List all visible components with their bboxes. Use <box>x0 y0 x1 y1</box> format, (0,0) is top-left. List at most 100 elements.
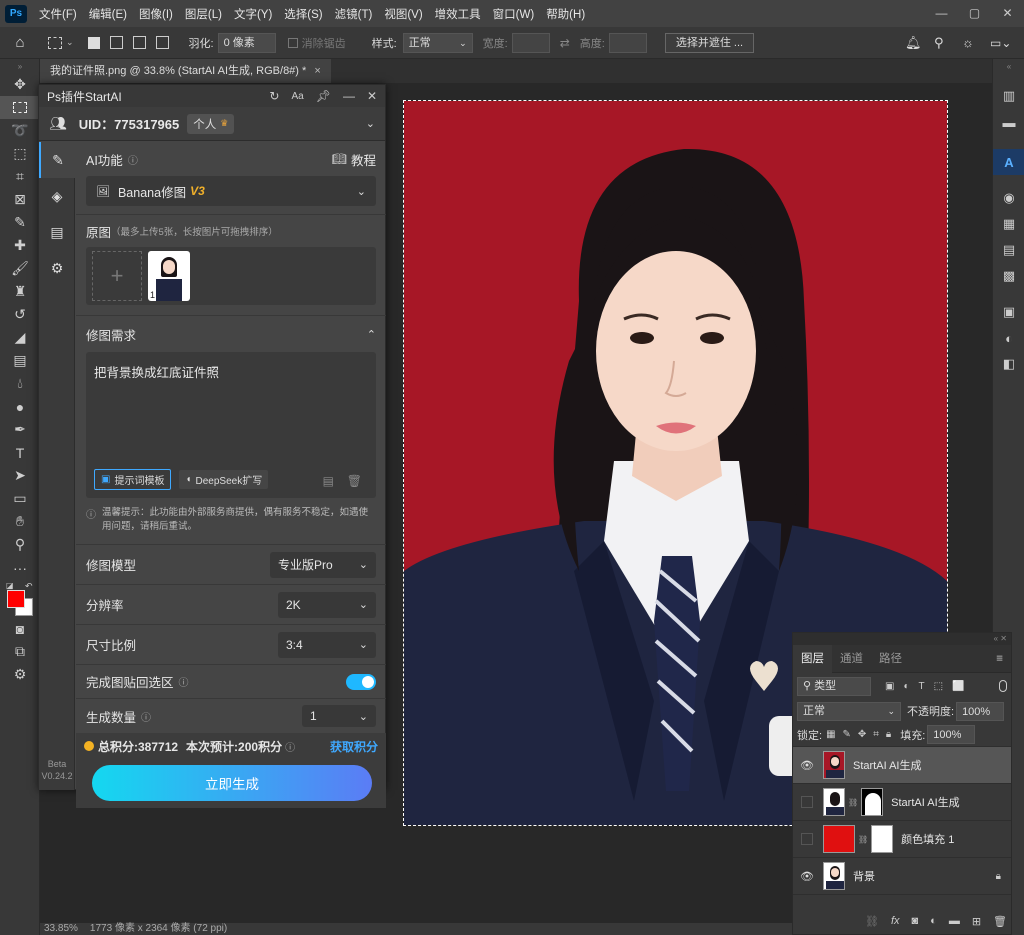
layer-filter-select[interactable]: ⚲ 类型 <box>797 676 871 696</box>
marquee-tool-icon[interactable] <box>0 96 40 119</box>
clipboard-icon[interactable]: ▤ <box>39 214 75 250</box>
move-tool-icon[interactable]: ✥ <box>0 73 40 96</box>
minimize-icon[interactable]: — <box>925 0 958 27</box>
ratio-select[interactable]: 3:4 ⌄ <box>278 631 376 658</box>
deepseek-expand-button[interactable]: ◖ DeepSeek扩写 <box>179 470 269 489</box>
workspace-icon[interactable]: ▭⌄ <box>990 36 1011 50</box>
eraser-tool-icon[interactable]: ◢ <box>0 326 40 349</box>
filter-toggle[interactable] <box>999 680 1007 692</box>
menu-help[interactable]: 帮助(H) <box>540 6 591 22</box>
add-mask-icon[interactable]: ◙ <box>912 915 919 927</box>
style-select[interactable]: 正常 ⌄ <box>402 32 473 53</box>
properties-panel-icon[interactable]: ◧ <box>993 351 1024 377</box>
visibility-checkbox[interactable] <box>801 833 813 845</box>
collapse-icon[interactable]: » <box>0 59 40 73</box>
layers-mode-icon[interactable]: ◈ <box>39 178 75 214</box>
layer-name[interactable]: 背景 <box>853 868 875 884</box>
quick-mask-icon[interactable]: ◙ <box>0 617 40 640</box>
screen-mode-icon[interactable]: ⧉ <box>0 640 40 663</box>
eye-icon[interactable]: 👁︎ <box>797 759 817 772</box>
eyedropper-tool-icon[interactable]: ✎ <box>0 211 40 234</box>
menu-select[interactable]: 选择(S) <box>278 6 328 22</box>
adjustments-panel-icon[interactable]: ◐ <box>993 325 1024 351</box>
panel-collapse-icon[interactable]: « ✕ <box>793 633 1011 645</box>
search-icon[interactable]: ⚲ <box>934 35 944 51</box>
gradients-panel-icon[interactable]: ▤ <box>993 237 1024 263</box>
more-tools-icon[interactable]: ··· <box>0 556 40 579</box>
info-icon[interactable]: ⓘ <box>141 709 151 724</box>
fill-input[interactable]: 100% <box>927 725 976 744</box>
gradient-tool-icon[interactable]: ▤ <box>0 349 40 372</box>
group-icon[interactable]: ▬ <box>949 915 960 927</box>
link-icon[interactable]: ⛓︎ <box>848 798 858 807</box>
chevron-up-icon[interactable]: ⌃ <box>367 328 376 341</box>
antialias-checkbox[interactable] <box>287 37 298 48</box>
layer-name[interactable]: StartAI AI生成 <box>853 757 921 773</box>
patterns-panel-icon[interactable]: ▩ <box>993 263 1024 289</box>
menu-window[interactable]: 窗口(W) <box>487 6 541 22</box>
tab-paths[interactable]: 路径 <box>871 645 910 673</box>
foreground-color-swatch[interactable] <box>7 590 25 608</box>
lock-icons[interactable]: ▦✎✥⌗🔒︎ <box>826 729 898 740</box>
add-image-button[interactable]: + <box>92 251 142 301</box>
history-icon[interactable]: ▤ <box>323 474 334 488</box>
swap-icon[interactable]: ⇄ <box>560 36 570 50</box>
layer-name[interactable]: 颜色填充 1 <box>901 831 954 847</box>
comments-panel-icon[interactable]: ▬ <box>993 109 1024 135</box>
info-icon[interactable]: ⓘ <box>179 674 189 689</box>
menu-edit[interactable]: 编辑(E) <box>83 6 133 22</box>
link-icon[interactable]: ⛓︎ <box>858 835 868 844</box>
minimize-panel-icon[interactable]: — <box>343 89 355 103</box>
edit-toolbar-icon[interactable]: ⚙︎ <box>0 663 40 686</box>
chevron-down-icon[interactable]: ⌄ <box>66 37 74 48</box>
function-select[interactable]: 🖼︎ Banana修图 V3 ⌄ <box>86 176 376 206</box>
fx-icon[interactable]: fx <box>891 915 900 927</box>
new-selection-icon[interactable] <box>87 36 100 49</box>
path-select-icon[interactable]: ➤ <box>0 464 40 487</box>
menu-layer[interactable]: 图层(L) <box>179 6 228 22</box>
font-size-icon[interactable]: Aa <box>291 91 303 102</box>
swatches-panel-icon[interactable]: ▦ <box>993 211 1024 237</box>
healing-brush-icon[interactable]: ✚ <box>0 234 40 257</box>
rectangle-tool-icon[interactable]: ▭ <box>0 487 40 510</box>
document-tab[interactable]: 我的证件照.png @ 33.8% (StartAI AI生成, RGB/8#)… <box>40 59 331 83</box>
new-layer-icon[interactable]: ⊞ <box>972 915 981 928</box>
frame-tool-icon[interactable]: ⊠ <box>0 188 40 211</box>
tab-layers[interactable]: 图层 <box>793 644 832 673</box>
menu-plugins[interactable]: 增效工具 <box>429 6 487 22</box>
stamp-tool-icon[interactable]: ♜ <box>0 280 40 303</box>
refresh-icon[interactable]: ↻ <box>269 89 279 103</box>
model-select[interactable]: 专业版Pro ⌄ <box>270 551 376 578</box>
tab-channels[interactable]: 通道 <box>832 645 871 673</box>
pin-icon[interactable]: 📌︎ <box>316 89 331 103</box>
user-row[interactable]: 👥︎ UID：775317965 个人 ♛ ⌄ <box>39 107 385 141</box>
home-icon[interactable]: ⌂ <box>0 34 40 51</box>
layer-name[interactable]: StartAI AI生成 <box>891 794 959 810</box>
add-selection-icon[interactable] <box>109 36 123 49</box>
generate-button[interactable]: 立即生成 <box>92 765 372 801</box>
paste-back-toggle[interactable] <box>346 673 376 690</box>
opacity-input[interactable]: 100% <box>956 701 1005 721</box>
layer-row[interactable]: ⛓︎ 颜色填充 1 <box>793 821 1011 858</box>
history-panel-icon[interactable]: ▥ <box>993 83 1024 109</box>
blur-tool-icon[interactable]: 💧︎ <box>0 372 40 395</box>
feather-input[interactable]: 0 像素 <box>217 32 276 53</box>
menu-filter[interactable]: 滤镜(T) <box>329 6 379 22</box>
bell-icon[interactable]: 🔔︎ <box>905 35 922 51</box>
height-input[interactable] <box>608 32 647 53</box>
layer-row[interactable]: ⛓︎ StartAI AI生成 <box>793 784 1011 821</box>
prompt-textarea[interactable]: 把背景换成红底证件照 ▣ 提示词模板 ◖ DeepSeek扩写 ▤ 🗑︎ <box>86 352 376 498</box>
layer-row[interactable]: 👁︎ StartAI AI生成 <box>793 747 1011 784</box>
menu-image[interactable]: 图像(I) <box>133 6 179 22</box>
default-colors-icon[interactable]: ◪ <box>6 581 14 590</box>
eye-icon[interactable]: 👁︎ <box>797 870 817 883</box>
close-panel-icon[interactable]: ✕ <box>367 89 377 103</box>
chevron-down-icon[interactable]: ⌄ <box>366 117 375 130</box>
uploaded-image-thumb[interactable]: 1 <box>148 251 190 301</box>
swap-colors-icon[interactable]: ↶ <box>25 581 33 592</box>
link-layers-icon[interactable]: ⛓︎ <box>865 915 879 928</box>
menu-type[interactable]: 文字(Y) <box>228 6 278 22</box>
trash-icon[interactable]: 🗑︎ <box>347 474 362 488</box>
pen-tool-icon[interactable]: ✒ <box>0 418 40 441</box>
subtract-selection-icon[interactable] <box>132 36 146 49</box>
